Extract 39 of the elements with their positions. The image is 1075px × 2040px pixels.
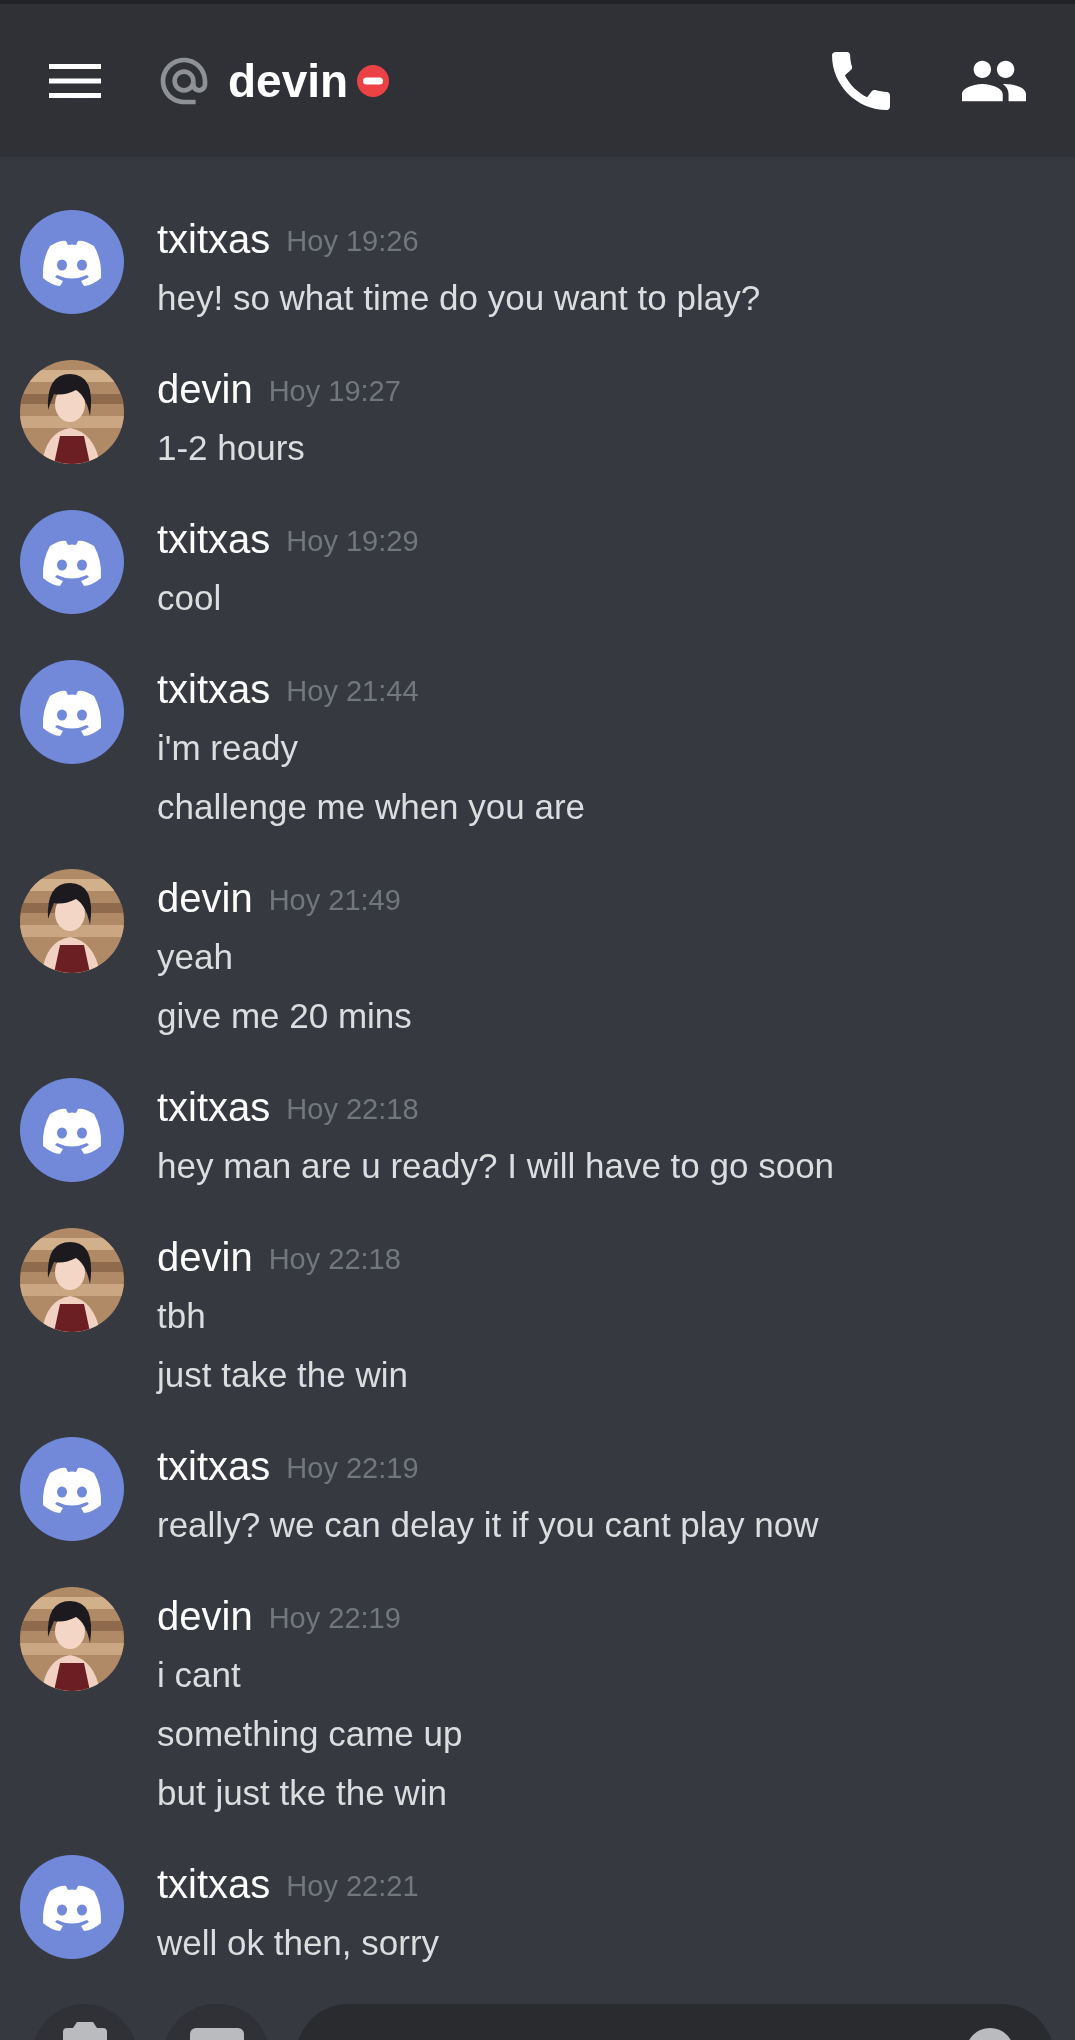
- message-text: really? we can delay it if you cant play now: [157, 1507, 819, 1542]
- author-name[interactable]: devin: [157, 878, 253, 918]
- message-text: give me 20 mins: [157, 998, 412, 1033]
- message-text: cool: [157, 580, 222, 615]
- message-text: something came up: [157, 1716, 463, 1751]
- message-text: challenge me when you are: [157, 789, 586, 824]
- timestamp: Hoy 21:44: [286, 676, 419, 706]
- author-name[interactable]: devin: [157, 1237, 253, 1277]
- timestamp: Hoy 22:21: [286, 1871, 419, 1901]
- timestamp: Hoy 19:27: [268, 376, 401, 406]
- timestamp: Hoy 21:49: [268, 885, 401, 915]
- timestamp: Hoy 19:29: [286, 526, 419, 556]
- timestamp: Hoy 22:19: [268, 1603, 401, 1633]
- message-text: tbh: [157, 1298, 206, 1333]
- message-text: i cant: [157, 1657, 241, 1692]
- message-text: i'm ready: [157, 730, 298, 765]
- author-name[interactable]: txitxas: [157, 669, 271, 709]
- timestamp: Hoy 22:18: [286, 1094, 419, 1124]
- author-name[interactable]: txitxas: [157, 1446, 271, 1486]
- window-title: devin: [228, 57, 349, 104]
- phone-icon[interactable]: [832, 51, 890, 110]
- message-text: well ok then, sorry: [157, 1925, 440, 1960]
- author-name[interactable]: devin: [157, 369, 253, 409]
- message-text: yeah: [157, 939, 233, 974]
- author-name[interactable]: txitxas: [157, 519, 271, 559]
- message-text: hey man are u ready? I will have to go soon: [157, 1148, 835, 1183]
- author-name[interactable]: txitxas: [157, 1864, 271, 1904]
- members-icon[interactable]: [962, 59, 1026, 102]
- author-name[interactable]: devin: [157, 1596, 253, 1636]
- timestamp: Hoy 19:26: [286, 226, 419, 256]
- menu-icon[interactable]: [49, 63, 101, 98]
- message-text: but just tke the win: [157, 1775, 447, 1810]
- message-text: 1-2 hours: [157, 430, 305, 465]
- timestamp: Hoy 22:18: [268, 1244, 401, 1274]
- author-name[interactable]: txitxas: [157, 1087, 271, 1127]
- author-name[interactable]: txitxas: [157, 219, 271, 259]
- message-text: hey! so what time do you want to play?: [157, 280, 761, 315]
- timestamp: Hoy 22:19: [286, 1453, 419, 1483]
- message-text: just take the win: [157, 1357, 408, 1392]
